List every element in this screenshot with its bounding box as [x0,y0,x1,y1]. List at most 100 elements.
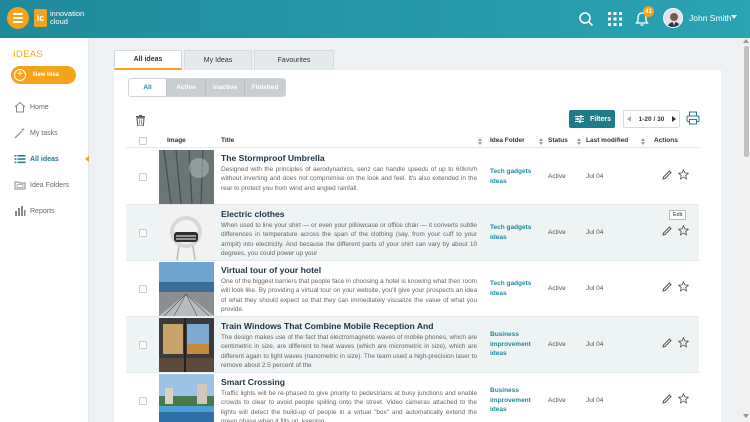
idea-title[interactable]: Smart Crossing [221,377,483,387]
sidebar-item-all-ideas[interactable]: All ideas [0,151,89,167]
sidebar-item-label: Reports [30,207,55,215]
pencil-icon[interactable] [662,282,672,292]
star-icon[interactable] [678,225,689,236]
star-icon[interactable] [678,281,689,292]
home-icon [14,101,26,113]
pager-label: 1-20 / 30 [638,115,665,123]
star-icon[interactable] [678,393,689,404]
star-icon[interactable] [678,337,689,348]
filter-inactive[interactable]: Inactive [206,79,245,96]
idea-title[interactable]: The Stormproof Umbrella [221,153,483,163]
idea-status: Active [548,397,566,404]
scroll-down-icon[interactable] [743,414,749,418]
idea-thumbnail[interactable] [159,206,214,260]
sort-modified-icon[interactable] [641,138,645,145]
scroll-up-icon[interactable] [743,39,749,43]
header-last-modified[interactable]: Last modified [586,137,628,144]
next-page-icon[interactable] [671,116,676,122]
idea-description: The design makes use of the fact that el… [221,334,477,370]
edit-tooltip: Edit [669,210,687,220]
row-checkbox[interactable] [139,341,147,349]
user-name[interactable]: John Smith [689,13,732,23]
pencil-icon[interactable] [662,170,672,180]
idea-title[interactable]: Train Windows That Combine Mobile Recept… [221,321,483,331]
notification-badge: 41 [643,6,654,17]
row-checkbox[interactable] [139,173,147,181]
idea-last-modified: Jul 04 [586,397,604,404]
sort-status-icon[interactable] [577,138,581,145]
sliders-icon [575,115,584,123]
row-checkbox[interactable] [139,397,147,405]
sidebar-item-reports[interactable]: Reports [0,203,89,219]
idea-folder-link[interactable]: Business improvement ideas [490,330,540,359]
tab-my-ideas[interactable]: My Ideas [184,50,252,70]
header-image: Image [167,137,186,144]
scrollbar-thumb[interactable] [744,46,749,157]
trash-icon[interactable] [136,115,145,126]
idea-description: Traffic lights will be re-phased to give… [221,390,477,422]
main-panel: All ideas My Ideas Favourites All Active… [114,50,721,422]
filter-all[interactable]: All [129,79,167,96]
idea-last-modified: Jul 04 [586,229,604,236]
app-logo[interactable]: ic innovation cloud [34,9,84,27]
pencil-icon[interactable] [662,226,672,236]
logo-line-2: cloud [50,17,68,26]
pencil-icon[interactable] [662,338,672,348]
select-all-checkbox[interactable] [139,137,147,145]
idea-folder-link[interactable]: Tech gadgets ideas [490,279,540,298]
sort-folder-icon[interactable] [539,138,543,145]
idea-thumbnail[interactable] [159,262,214,316]
filter-active[interactable]: Active [167,79,206,96]
search-icon[interactable] [578,11,594,27]
sidebar-item-label: Idea Folders [30,181,69,189]
header-idea-folder[interactable]: Idea Folder [490,137,525,144]
ideas-card: All Active Inactive Finished Filters 1-2… [114,70,721,422]
pencil-icon[interactable] [662,394,672,404]
idea-title[interactable]: Virtual tour of your hotel [221,265,483,275]
new-idea-label: New Idea [33,72,60,78]
prev-page-icon[interactable] [627,116,631,122]
row-checkbox[interactable] [139,229,147,237]
filters-button[interactable]: Filters [569,110,615,128]
chevron-down-icon[interactable] [731,15,737,19]
idea-last-modified: Jul 04 [586,341,604,348]
apps-grid-icon[interactable] [607,11,623,27]
folder-icon [14,181,26,190]
idea-last-modified: Jul 04 [586,285,604,292]
new-idea-button[interactable]: + New Idea [11,66,76,84]
idea-thumbnail[interactable] [159,150,214,204]
star-icon[interactable] [678,169,689,180]
sidebar-item-label: My tasks [30,129,58,137]
bar-chart-icon [15,206,26,216]
idea-thumbnail[interactable] [159,374,214,422]
tab-favourites[interactable]: Favourites [254,50,334,70]
tab-all-ideas[interactable]: All ideas [114,50,182,70]
idea-folder-link[interactable]: Business improvement ideas [490,386,540,415]
idea-last-modified: Jul 04 [586,173,604,180]
idea-description: One of the biggest barriers that people … [221,278,477,314]
print-icon[interactable] [686,111,700,125]
list-icon [14,155,26,164]
filter-finished[interactable]: Finished [245,79,285,96]
idea-title[interactable]: Electric clothes [221,209,483,219]
header-actions: Actions [654,137,678,144]
sort-title-icon[interactable] [478,138,482,145]
table-row: Train Windows That Combine Mobile Recept… [126,317,699,373]
tab-bar: All ideas My Ideas Favourites [114,50,336,70]
sidebar-item-home[interactable]: Home [0,99,89,115]
plus-icon: + [14,69,26,81]
idea-status: Active [548,229,566,236]
idea-folder-link[interactable]: Tech gadgets ideas [490,167,540,186]
sidebar-title: IDEAS [13,49,44,60]
idea-thumbnail[interactable] [159,318,214,372]
sidebar-item-label: Home [30,103,49,111]
row-checkbox[interactable] [139,285,147,293]
idea-folder-link[interactable]: Tech gadgets ideas [490,223,540,242]
header-status[interactable]: Status [548,137,568,144]
header-title[interactable]: Title [221,137,234,144]
avatar[interactable] [663,8,683,28]
hamburger-menu-button[interactable] [7,7,29,29]
status-filter-group: All Active Inactive Finished [128,78,286,97]
sidebar-item-idea-folders[interactable]: Idea Folders [0,177,89,193]
sidebar-item-my-tasks[interactable]: My tasks [0,125,89,141]
